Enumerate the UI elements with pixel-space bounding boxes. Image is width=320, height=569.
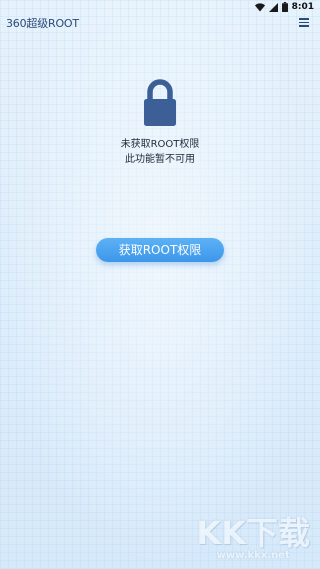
lock-icon [144, 79, 176, 126]
message-line-2: 此功能暂不可用 [125, 154, 195, 165]
app-bar: 360超级ROOT [0, 14, 320, 32]
app-title: 360超级ROOT [6, 17, 79, 30]
get-root-button[interactable]: 获取ROOT权限 [96, 238, 224, 262]
message-line-1: 未获取ROOT权限 [120, 139, 200, 150]
watermark: KK下载 www.kkx.net [196, 516, 310, 561]
watermark-logo-text: KK下载 [196, 514, 310, 552]
status-clock: 8:01 [291, 2, 314, 12]
root-status-message: 未获取ROOT权限 此功能暂不可用 [0, 137, 320, 167]
status-bar: 8:01 [0, 0, 320, 14]
menu-icon[interactable] [299, 18, 309, 27]
wifi-icon [254, 2, 265, 11]
signal-icon [268, 2, 278, 12]
battery-icon [281, 2, 288, 12]
